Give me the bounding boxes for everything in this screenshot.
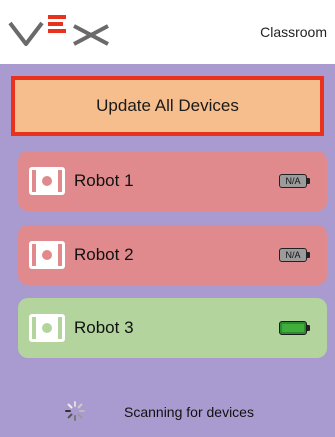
robot-name: Robot 3 <box>74 318 134 337</box>
robot-item-2[interactable]: Robot 2 N/A <box>18 225 327 285</box>
vex-classroom-app: Classroom Update All Devices Robot 1 N/A… <box>0 0 335 437</box>
robot-item-3[interactable]: Robot 3 <box>18 298 327 358</box>
update-all-devices-label: Update All Devices <box>96 96 239 115</box>
robot-brain-icon <box>29 241 65 269</box>
battery-na-icon: N/A <box>279 174 311 188</box>
battery-label: N/A <box>285 250 301 260</box>
robot-name: Robot 1 <box>74 171 134 190</box>
robot-item-1[interactable]: Robot 1 N/A <box>18 151 327 211</box>
vex-logo <box>8 15 109 46</box>
scan-status-text: Scanning for devices <box>124 404 254 420</box>
app-header: Classroom <box>0 0 335 64</box>
robot-name: Robot 2 <box>74 245 134 264</box>
battery-na-icon: N/A <box>279 248 311 262</box>
spinner-icon <box>65 401 85 421</box>
battery-label: N/A <box>285 176 301 186</box>
robot-brain-icon <box>29 314 65 342</box>
scan-status: Scanning for devices <box>0 396 335 426</box>
update-all-devices-button[interactable]: Update All Devices <box>11 76 324 136</box>
battery-full-icon <box>279 321 311 335</box>
robot-brain-icon <box>29 167 65 195</box>
header-title: Classroom <box>260 24 327 40</box>
